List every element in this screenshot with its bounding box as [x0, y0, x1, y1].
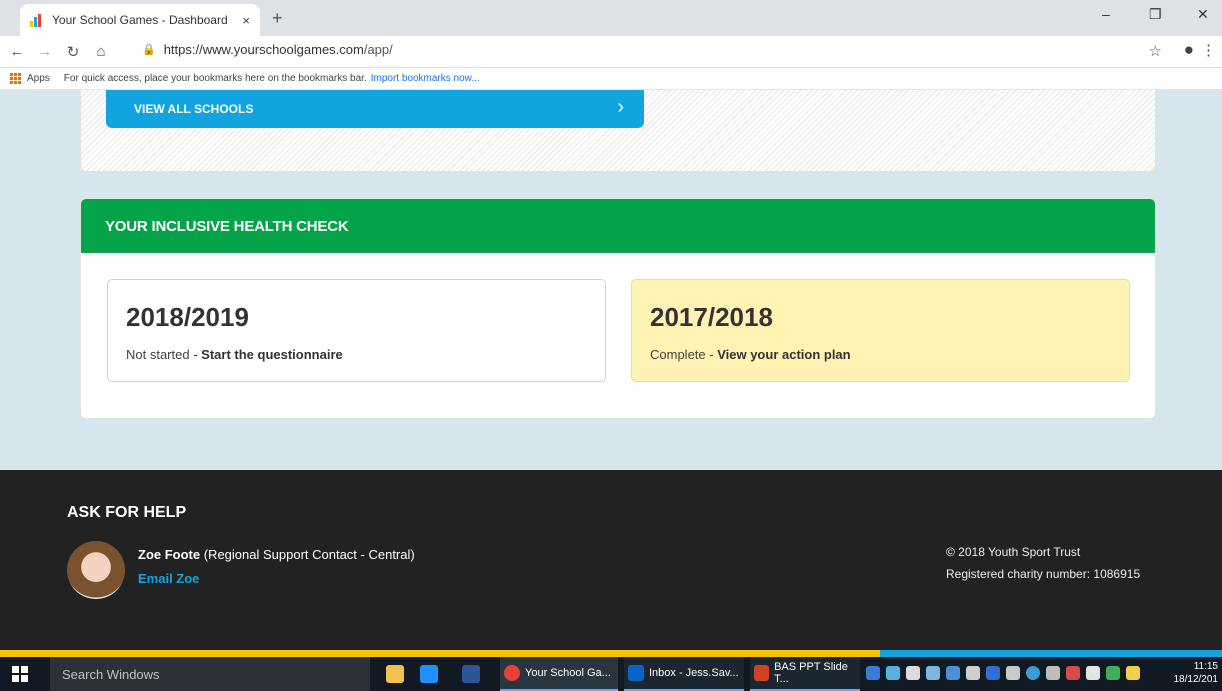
url-path: /app/ [363, 42, 393, 57]
health-check-card-2018-2019[interactable]: 2018/2019 Not started - Start the questi… [107, 279, 606, 382]
charity-number: Registered charity number: 1086915 [946, 567, 1141, 581]
apps-link[interactable]: Apps [27, 73, 50, 84]
card-status-line: Complete - View your action plan [650, 347, 1111, 362]
address-bar-row: ← → ↻ ⌂ 🔒 https://www.yourschoolgames.co… [0, 36, 1222, 68]
lock-icon: 🔒 [142, 44, 156, 56]
tray-app-icon[interactable] [946, 666, 960, 680]
taskbar-app-label: BAS PPT Slide T... [774, 661, 848, 685]
tray-app-icon[interactable] [1126, 666, 1140, 680]
keyboard-icon[interactable] [1086, 666, 1100, 680]
chrome-icon [504, 665, 520, 681]
minimize-icon[interactable]: – [1102, 6, 1110, 22]
home-icon[interactable]: ⌂ [90, 43, 112, 60]
tray-app-icon[interactable] [1106, 666, 1120, 680]
taskbar-app-label: Your School Ga... [525, 667, 611, 679]
browser-tab[interactable]: Your School Games - Dashboard × [20, 4, 260, 36]
card-separator: - [189, 347, 202, 362]
card-year: 2017/2018 [650, 302, 773, 332]
taskbar-app-powerpoint[interactable]: BAS PPT Slide T... [750, 657, 860, 691]
taskbar-app-chrome[interactable]: Your School Ga... [500, 657, 618, 691]
internet-explorer-icon[interactable] [420, 665, 438, 683]
reload-icon[interactable]: ↻ [62, 43, 84, 61]
card-status-line: Not started - Start the questionnaire [126, 347, 587, 362]
health-check-header: YOUR INCLUSIVE HEALTH CHECK [81, 199, 1155, 253]
bookmarks-bar: Apps For quick access, place your bookma… [0, 68, 1222, 90]
browser-tab-bar: Your School Games - Dashboard × + – ❐ ✕ [0, 0, 1222, 36]
forward-icon[interactable]: → [34, 43, 56, 60]
view-all-schools-label: VIEW ALL SCHOOLS [134, 102, 254, 116]
taskbar-clock[interactable]: 11:15 18/12/201 [1174, 660, 1219, 686]
browser-menu-icon[interactable]: ⋮ [1201, 41, 1216, 59]
contact-line: Zoe Foote (Regional Support Contact - Ce… [138, 547, 415, 562]
page-content: VIEW ALL SCHOOLS › YOUR INCLUSIVE HEALTH… [0, 90, 1222, 470]
battery-icon[interactable] [966, 666, 980, 680]
footer-stripe [0, 650, 1222, 657]
health-check-card-2017-2018[interactable]: 2017/2018 Complete - View your action pl… [631, 279, 1130, 382]
contact-role: (Regional Support Contact - Central) [200, 547, 415, 562]
ask-for-help-title: ASK FOR HELP [67, 504, 187, 521]
tray-app-icon[interactable] [866, 666, 880, 680]
view-all-schools-button[interactable]: VIEW ALL SCHOOLS › [106, 90, 644, 128]
email-contact-link[interactable]: Email Zoe [138, 571, 199, 586]
outlook-icon [628, 665, 644, 681]
restore-icon[interactable]: ❐ [1149, 6, 1162, 23]
apps-grid-icon[interactable] [10, 73, 21, 84]
volume-icon[interactable] [1046, 666, 1060, 680]
url-host: https://www.yourschoolgames.com [163, 42, 364, 57]
bluetooth-icon[interactable] [986, 666, 1000, 680]
avatar [67, 541, 125, 599]
powerpoint-icon [754, 665, 770, 681]
word-icon[interactable] [462, 665, 480, 683]
taskbar-app-outlook[interactable]: Inbox - Jess.Sav... [624, 657, 744, 691]
card-status: Not started [126, 347, 190, 362]
tray-app-icon[interactable] [926, 666, 940, 680]
windows-start-icon[interactable] [12, 666, 28, 682]
bookmarks-hint: For quick access, place your bookmarks h… [63, 73, 367, 84]
card-year: 2018/2019 [126, 302, 249, 332]
tray-app-icon[interactable] [1066, 666, 1080, 680]
start-questionnaire-link[interactable]: Start the questionnaire [201, 347, 343, 362]
url-field[interactable]: 🔒 https://www.yourschoolgames.com/app/ [142, 42, 393, 57]
tray-app-icon[interactable] [886, 666, 900, 680]
new-tab-button[interactable]: + [272, 8, 283, 29]
chevron-right-icon: › [617, 96, 624, 118]
taskbar-app-label: Inbox - Jess.Sav... [649, 667, 739, 679]
contact-name: Zoe Foote [138, 547, 201, 562]
card-status: Complete [650, 347, 706, 362]
back-icon[interactable]: ← [6, 43, 28, 60]
network-icon[interactable] [1006, 666, 1020, 680]
file-explorer-icon[interactable] [386, 665, 404, 683]
import-bookmarks-link[interactable]: Import bookmarks now... [371, 73, 480, 84]
account-icon[interactable]: ● [1184, 40, 1194, 60]
bookmark-star-icon[interactable]: ☆ [1149, 42, 1162, 60]
taskbar-search-field[interactable]: Search Windows [50, 657, 370, 691]
tray-app-icon[interactable] [1026, 666, 1040, 680]
site-footer: ASK FOR HELP Zoe Foote (Regional Support… [0, 470, 1222, 650]
copyright-block: © 2018 Youth Sport Trust Registered char… [946, 541, 1140, 585]
clock-time: 11:15 [1193, 661, 1218, 672]
site-favicon-icon [30, 13, 44, 27]
card-separator: - [705, 347, 718, 362]
system-tray [866, 666, 1140, 680]
mail-icon[interactable] [906, 666, 920, 680]
copyright-text: © 2018 Youth Sport Trust [946, 545, 1081, 559]
windows-taskbar: Search Windows Your School Ga... Inbox -… [0, 657, 1222, 691]
health-check-panel: YOUR INCLUSIVE HEALTH CHECK 2018/2019 No… [80, 198, 1156, 419]
tab-close-icon[interactable]: × [242, 13, 250, 28]
tab-title: Your School Games - Dashboard [52, 13, 228, 27]
clock-date: 18/12/201 [1173, 674, 1219, 685]
view-action-plan-link[interactable]: View your action plan [717, 347, 850, 362]
window-close-icon[interactable]: ✕ [1197, 6, 1209, 23]
